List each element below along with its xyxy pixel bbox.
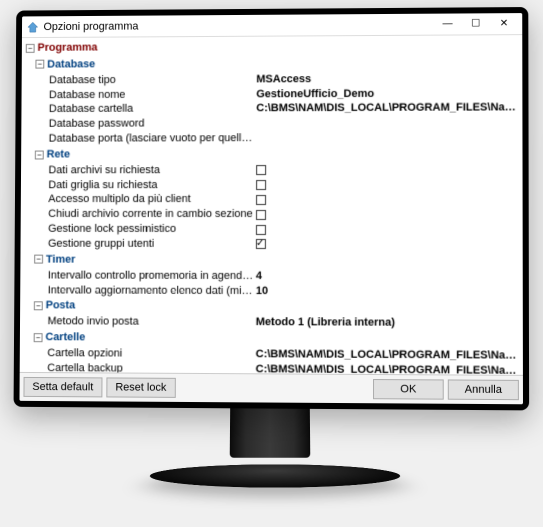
close-button[interactable]: ✕	[490, 14, 518, 34]
maximize-button[interactable]: ☐	[462, 14, 490, 34]
application-window: Opzioni programma — ☐ ✕ −Programma −Data…	[19, 13, 523, 404]
option-value[interactable]: C:\BMS\NAM\DIS_LOCAL\PROGRAM_FILES\Namir…	[256, 347, 519, 363]
section-label: Cartelle	[45, 331, 85, 343]
option-row: Gestione lock pessimistico	[25, 222, 519, 237]
monitor-bezel: Opzioni programma — ☐ ✕ −Programma −Data…	[14, 7, 530, 410]
option-row: Database porta (lasciare vuoto per quell…	[25, 131, 518, 147]
checkbox[interactable]	[256, 165, 266, 175]
collapse-icon[interactable]: −	[34, 255, 43, 264]
section-posta[interactable]: −Posta	[24, 298, 519, 317]
app-icon	[26, 20, 40, 34]
ok-button[interactable]: OK	[373, 379, 444, 400]
option-label: Chiudi archivio corrente in cambio sezio…	[48, 207, 256, 222]
option-label: Gestione lock pessimistico	[48, 222, 256, 237]
collapse-icon[interactable]: −	[26, 44, 35, 53]
option-value[interactable]: MSAccess	[256, 71, 518, 87]
root-label: Programma	[37, 42, 97, 54]
collapse-icon[interactable]: −	[34, 301, 43, 310]
section-rete[interactable]: −Rete	[25, 145, 518, 163]
option-label: Database porta (lasciare vuoto per quell…	[49, 131, 257, 146]
option-value[interactable]: 4	[256, 269, 519, 285]
option-label: Accesso multiplo da più client	[48, 192, 256, 207]
option-label: Dati archivi su richiesta	[48, 163, 256, 178]
option-value[interactable]	[256, 138, 518, 139]
annulla-button[interactable]: Annulla	[448, 379, 519, 400]
option-row: Intervallo controllo promemoria in agend…	[24, 268, 518, 284]
reset-lock-button[interactable]: Reset lock	[106, 377, 176, 397]
checkbox[interactable]	[256, 180, 266, 190]
option-value[interactable]: Metodo 1 (Libreria interna)	[256, 315, 519, 331]
option-row: Accesso multiplo da più client	[25, 192, 519, 207]
option-label: Metodo invio posta	[48, 314, 256, 330]
collapse-icon[interactable]: −	[34, 333, 43, 342]
checkbox[interactable]	[256, 195, 266, 205]
option-row: Database password	[25, 116, 518, 132]
setta-default-button[interactable]: Setta default	[23, 377, 102, 397]
option-row: Gestione gruppi utenti	[24, 237, 518, 252]
window-title: Opzioni programma	[43, 18, 433, 32]
option-label: Dati griglia su richiesta	[48, 178, 256, 193]
option-label: Cartella opzioni	[47, 346, 255, 362]
option-label: Database tipo	[49, 72, 256, 88]
checkbox[interactable]	[256, 225, 266, 235]
option-row: Dati archivi su richiesta	[25, 162, 519, 177]
monitor-stand-base	[145, 464, 406, 487]
options-tree[interactable]: −Programma −Database Database tipoMSAcce…	[20, 35, 523, 375]
section-label: Database	[47, 58, 95, 70]
option-label: Database nome	[49, 87, 256, 103]
collapse-icon[interactable]: −	[35, 60, 44, 69]
option-row: Chiudi archivio corrente in cambio sezio…	[25, 207, 519, 222]
section-timer[interactable]: −Timer	[24, 251, 518, 269]
section-label: Posta	[46, 300, 76, 312]
option-row: Metodo invio postaMetodo 1 (Libreria int…	[24, 314, 519, 331]
option-row: Dati griglia su richiesta	[25, 177, 519, 192]
option-value[interactable]	[256, 123, 518, 124]
option-label: Database cartella	[49, 102, 256, 117]
spacer	[180, 388, 369, 389]
option-row: Database cartellaC:\BMS\NAM\DIS_LOCAL\PR…	[25, 101, 518, 117]
option-value[interactable]: GestioneUfficio_Demo	[256, 86, 518, 102]
option-label: Database password	[49, 116, 257, 131]
checkbox[interactable]	[256, 239, 266, 249]
minimize-button[interactable]: —	[433, 14, 461, 34]
checkbox[interactable]	[256, 210, 266, 220]
section-label: Rete	[47, 148, 70, 160]
option-row: Intervallo aggiornamento elenco dati (mi…	[24, 283, 519, 299]
option-value[interactable]: 10	[256, 284, 519, 300]
collapse-icon[interactable]: −	[35, 150, 44, 159]
option-label: Intervallo aggiornamento elenco dati (mi…	[48, 283, 256, 298]
button-bar: Setta default Reset lock OK Annulla	[19, 372, 523, 404]
option-label: Gestione gruppi utenti	[48, 237, 256, 252]
option-value[interactable]: C:\BMS\NAM\DIS_LOCAL\PROGRAM_FILES\Namir…	[256, 101, 518, 117]
titlebar: Opzioni programma — ☐ ✕	[22, 13, 522, 38]
option-label: Intervallo controllo promemoria in agend…	[48, 268, 256, 283]
section-label: Timer	[46, 253, 75, 265]
